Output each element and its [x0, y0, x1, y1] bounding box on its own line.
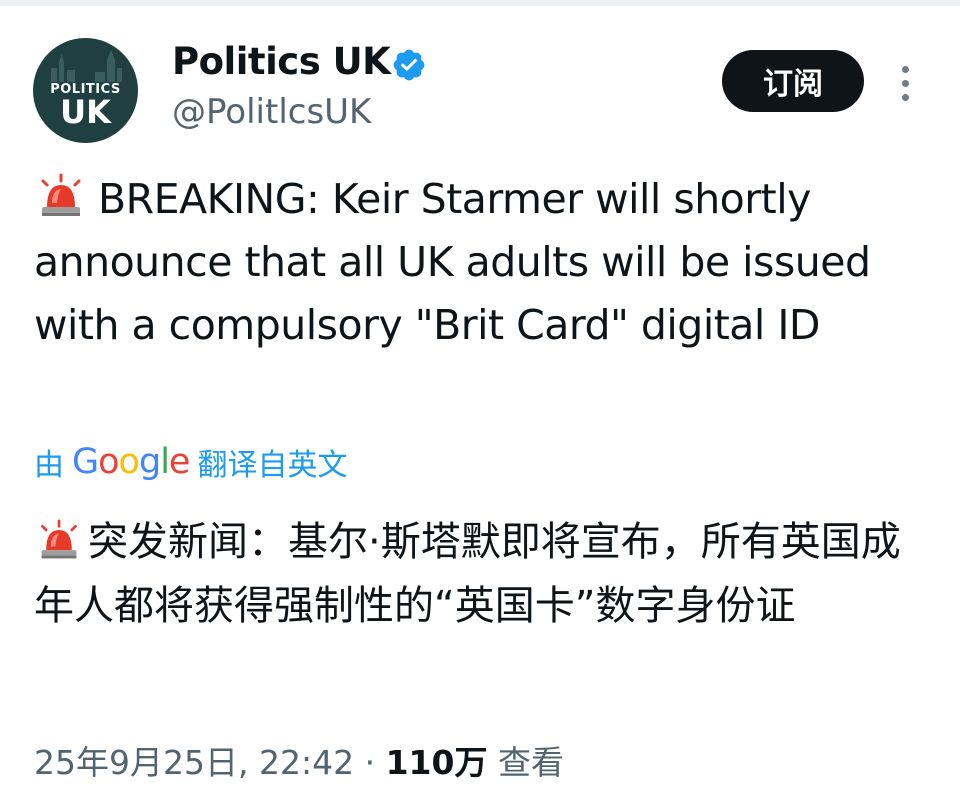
- tweet-meta: 25年9月25日, 22:42 · 110万 查看: [34, 736, 564, 784]
- timestamp[interactable]: 25年9月25日, 22:42: [34, 743, 354, 782]
- translated-body: 突发新闻：基尔·斯塔默即将宣布，所有英国成年人都将获得强制性的“英国卡”数字身份…: [34, 519, 901, 629]
- rotating-light-icon: [41, 173, 81, 216]
- avatar-logo-bottom: UK: [60, 93, 111, 131]
- subscribe-button[interactable]: 订阅: [722, 50, 864, 112]
- avatar[interactable]: POLITICS UK: [33, 38, 138, 143]
- views-label: 查看: [497, 743, 564, 782]
- top-divider: [0, 0, 960, 6]
- translate-attribution[interactable]: 由 Google 翻译自英文: [34, 440, 347, 484]
- rotating-light-icon: [41, 519, 77, 559]
- more-vertical-icon[interactable]: [894, 60, 918, 106]
- google-logo: Google: [72, 442, 190, 482]
- translate-suffix: 翻译自英文: [197, 448, 348, 483]
- verified-badge-icon: [393, 49, 425, 81]
- translate-prefix: 由: [34, 448, 64, 483]
- tweet-text: BREAKING: Keir Starmer will shortly anno…: [34, 168, 934, 357]
- display-name[interactable]: Politics UK: [172, 40, 391, 83]
- translated-text: 突发新闻：基尔·斯塔默即将宣布，所有英国成年人都将获得强制性的“英国卡”数字身份…: [34, 510, 934, 638]
- account-handle[interactable]: @PolitlcsUK: [172, 92, 371, 132]
- views-count: 110万: [385, 743, 488, 782]
- tweet-body: BREAKING: Keir Starmer will shortly anno…: [34, 175, 871, 349]
- meta-separator: ·: [364, 743, 376, 782]
